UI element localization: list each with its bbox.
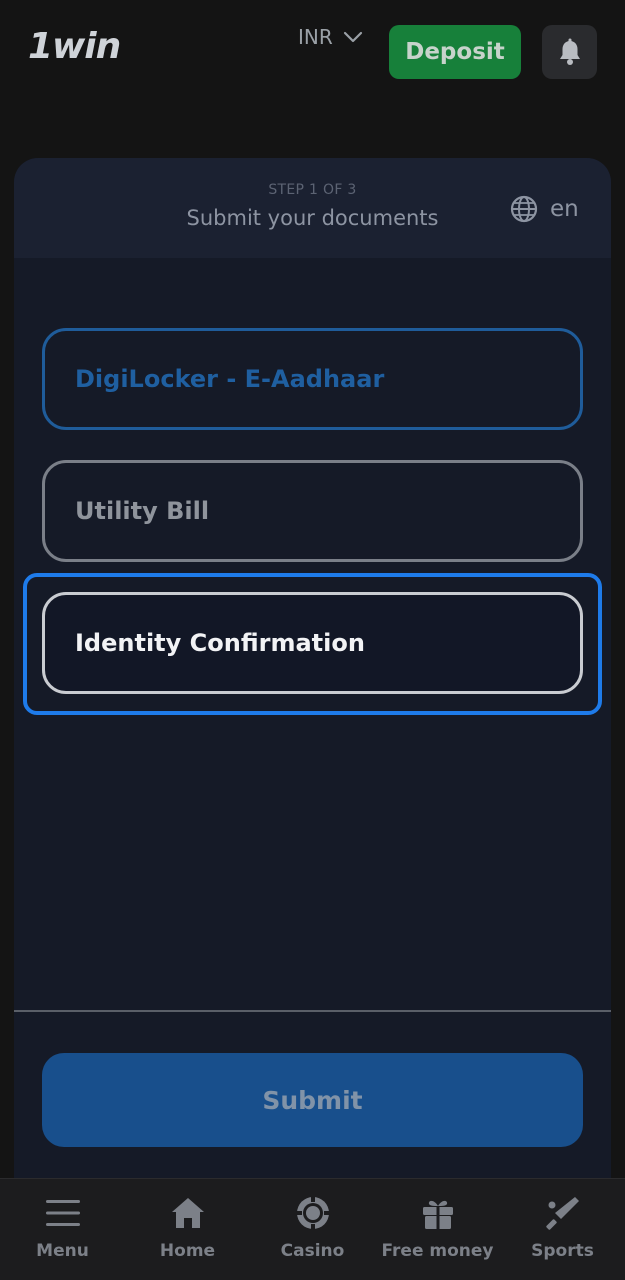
gift-icon <box>418 1193 458 1233</box>
language-label: en <box>550 196 579 222</box>
currency-selector[interactable]: INR <box>298 24 363 50</box>
divider <box>14 1010 611 1012</box>
submit-button[interactable]: Submit <box>42 1053 583 1147</box>
nav-label: Menu <box>36 1241 89 1261</box>
deposit-button[interactable]: Deposit <box>389 25 521 79</box>
nav-item-free-money[interactable]: Free money <box>375 1179 500 1280</box>
option-label: Utility Bill <box>75 497 210 525</box>
currency-label: INR <box>298 25 333 49</box>
card-header: STEP 1 OF 3 Submit your documents en <box>14 158 611 258</box>
chevron-down-icon <box>343 31 362 43</box>
nav-label: Sports <box>531 1241 594 1261</box>
documents-card: STEP 1 OF 3 Submit your documents en Dig… <box>14 158 611 1180</box>
home-icon <box>168 1193 208 1233</box>
nav-label: Free money <box>381 1241 494 1261</box>
menu-icon <box>43 1193 83 1233</box>
option-utility-bill[interactable]: Utility Bill <box>42 460 583 562</box>
nav-item-casino[interactable]: Casino <box>250 1179 375 1280</box>
option-label: Identity Confirmation <box>75 629 365 657</box>
nav-item-sports[interactable]: Sports <box>500 1179 625 1280</box>
casino-chip-icon <box>293 1193 333 1233</box>
option-digilocker[interactable]: DigiLocker - E-Aadhaar <box>42 328 583 430</box>
bottom-navigation: Menu Home Casino Free money Sports <box>0 1178 625 1280</box>
cricket-bat-icon <box>543 1193 583 1233</box>
option-identity-confirmation[interactable]: Identity Confirmation <box>42 592 583 694</box>
nav-label: Home <box>159 1241 216 1261</box>
globe-icon <box>510 195 538 223</box>
nav-item-home[interactable]: Home <box>125 1179 250 1280</box>
brand-logo[interactable]: 1win <box>28 26 121 67</box>
nav-item-menu[interactable]: Menu <box>0 1179 125 1280</box>
bell-icon <box>559 38 580 65</box>
option-label: DigiLocker - E-Aadhaar <box>75 365 385 393</box>
kyc-page: 1win INR Deposit STEP 1 OF 3 Submit your… <box>0 0 625 1280</box>
language-selector[interactable]: en <box>510 194 579 224</box>
top-header: 1win INR Deposit <box>0 0 625 110</box>
nav-label: Casino <box>280 1241 345 1261</box>
notifications-button[interactable] <box>542 25 597 79</box>
